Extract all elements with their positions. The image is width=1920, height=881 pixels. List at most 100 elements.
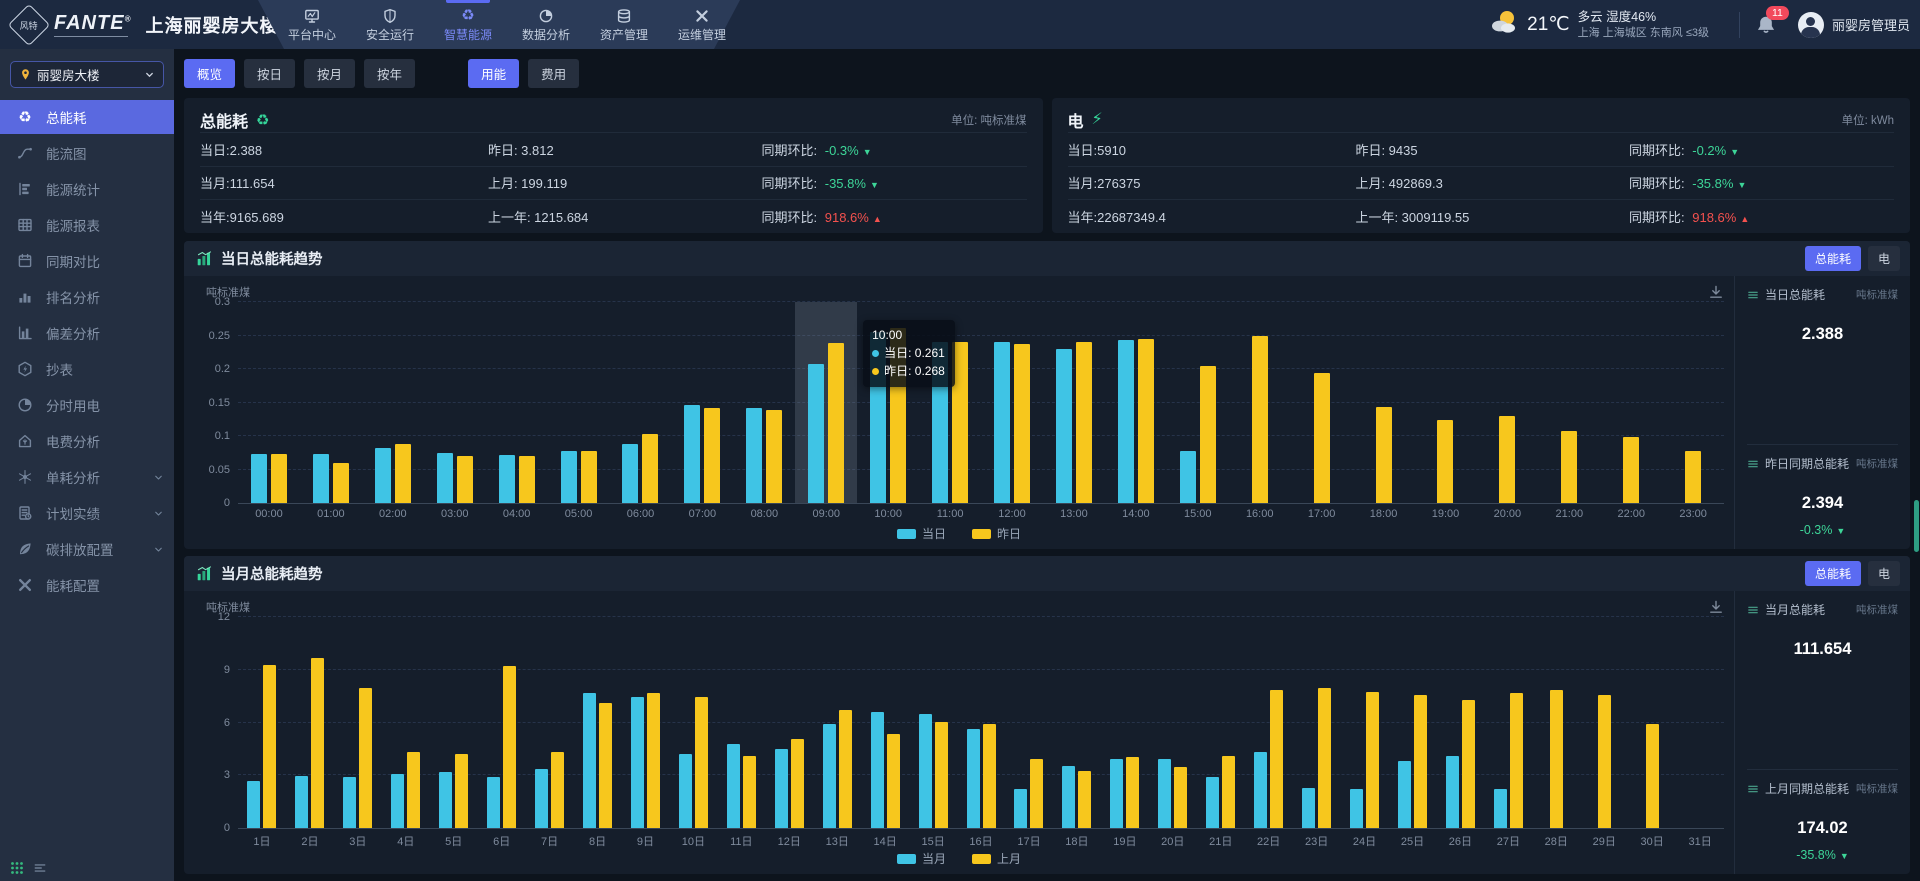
bar-昨日-20:00[interactable] (1499, 416, 1515, 503)
bar-当月-15日[interactable] (919, 714, 932, 828)
bar-昨日-09:00[interactable] (828, 343, 844, 503)
sidebar-item-3[interactable]: 能源报表 (0, 208, 174, 242)
bar-当日-07:00[interactable] (684, 405, 700, 503)
nav-item-2[interactable]: ♻ 智慧能源 (442, 0, 494, 49)
nav-item-1[interactable]: 安全运行 (364, 0, 416, 49)
bar-昨日-21:00[interactable] (1561, 431, 1577, 503)
notifications-button[interactable]: 11 (1756, 15, 1776, 35)
bar-昨日-17:00[interactable] (1314, 373, 1330, 503)
bar-上月-22日[interactable] (1270, 690, 1283, 828)
bar-上月-26日[interactable] (1462, 700, 1475, 828)
bar-上月-23日[interactable] (1318, 688, 1331, 828)
bar-昨日-00:00[interactable] (271, 454, 287, 503)
bar-当月-2日[interactable] (295, 776, 308, 828)
view-tab-3[interactable]: 按年 (364, 59, 415, 88)
panel-btn-电[interactable]: 电 (1868, 246, 1900, 271)
bar-上月-16日[interactable] (983, 724, 996, 828)
bar-昨日-03:00[interactable] (457, 456, 473, 503)
bar-上月-29日[interactable] (1598, 695, 1611, 828)
view-tab-0[interactable]: 概览 (184, 59, 235, 88)
bar-上月-3日[interactable] (359, 688, 372, 828)
bar-昨日-04:00[interactable] (519, 456, 535, 503)
sidebar-item-6[interactable]: 偏差分析 (0, 316, 174, 350)
bar-当月-3日[interactable] (343, 777, 356, 828)
bar-上月-24日[interactable] (1366, 692, 1379, 828)
bar-上月-13日[interactable] (839, 710, 852, 828)
view-tab-1[interactable]: 按日 (244, 59, 295, 88)
bar-当月-10日[interactable] (679, 754, 692, 828)
bar-当月-24日[interactable] (1350, 789, 1363, 828)
bar-当月-16日[interactable] (967, 729, 980, 828)
bar-当月-19日[interactable] (1110, 759, 1123, 828)
sidebar-item-7[interactable]: 抄表 (0, 352, 174, 386)
bar-昨日-23:00[interactable] (1685, 451, 1701, 503)
bar-上月-19日[interactable] (1126, 757, 1139, 828)
list-toggle-icon[interactable] (33, 861, 47, 875)
bar-当日-12:00[interactable] (994, 342, 1010, 503)
download-icon[interactable] (1708, 284, 1724, 300)
avatar[interactable] (1798, 12, 1824, 38)
sidebar-item-11[interactable]: 计划实绩 (0, 496, 174, 530)
bar-当月-11日[interactable] (727, 744, 740, 828)
panel-btn-总能耗[interactable]: 总能耗 (1805, 246, 1861, 271)
bar-上月-28日[interactable] (1550, 690, 1563, 828)
bar-上月-12日[interactable] (791, 739, 804, 828)
bar-上月-20日[interactable] (1174, 767, 1187, 828)
bar-上月-4日[interactable] (407, 752, 420, 828)
bar-当日-00:00[interactable] (251, 454, 267, 503)
bar-当月-9日[interactable] (631, 697, 644, 828)
bar-当月-20日[interactable] (1158, 759, 1171, 828)
bar-当日-09:00[interactable] (808, 364, 824, 503)
bar-昨日-18:00[interactable] (1376, 407, 1392, 503)
panel-btn-总能耗[interactable]: 总能耗 (1805, 561, 1861, 586)
legend-上月[interactable]: 上月 (972, 850, 1021, 867)
bar-上月-14日[interactable] (887, 734, 900, 828)
bar-当日-04:00[interactable] (499, 455, 515, 503)
bar-上月-25日[interactable] (1414, 695, 1427, 828)
panel-btn-电[interactable]: 电 (1868, 561, 1900, 586)
nav-item-5[interactable]: 运维管理 (676, 0, 728, 49)
bar-当日-13:00[interactable] (1056, 349, 1072, 503)
sidebar-item-13[interactable]: 能耗配置 (0, 568, 174, 602)
bar-当日-01:00[interactable] (313, 454, 329, 503)
download-icon[interactable] (1708, 599, 1724, 615)
bar-上月-6日[interactable] (503, 666, 516, 828)
bar-上月-9日[interactable] (647, 693, 660, 828)
sidebar-item-10[interactable]: 单耗分析 (0, 460, 174, 494)
bar-当月-4日[interactable] (391, 774, 404, 828)
bar-当日-15:00[interactable] (1180, 451, 1196, 503)
site-selector[interactable]: 丽婴房大楼 (10, 61, 164, 88)
bar-上月-27日[interactable] (1510, 693, 1523, 828)
bar-上月-2日[interactable] (311, 658, 324, 828)
bar-当月-5日[interactable] (439, 772, 452, 828)
bar-当日-08:00[interactable] (746, 408, 762, 503)
bar-当日-03:00[interactable] (437, 453, 453, 503)
bar-昨日-22:00[interactable] (1623, 437, 1639, 503)
mode-tab-1[interactable]: 费用 (528, 59, 579, 88)
bar-当月-17日[interactable] (1014, 789, 1027, 828)
sidebar-item-12[interactable]: 碳排放配置 (0, 532, 174, 566)
page-scrollbar-thumb[interactable] (1914, 500, 1919, 552)
sidebar-item-0[interactable]: ♻ 总能耗 (0, 100, 174, 134)
bar-当月-26日[interactable] (1446, 756, 1459, 828)
bar-上月-18日[interactable] (1078, 771, 1091, 828)
bar-当月-8日[interactable] (583, 693, 596, 828)
bar-上月-21日[interactable] (1222, 756, 1235, 828)
bar-当月-23日[interactable] (1302, 788, 1315, 828)
bar-当月-12日[interactable] (775, 749, 788, 828)
legend-昨日[interactable]: 昨日 (972, 525, 1021, 542)
bar-昨日-07:00[interactable] (704, 408, 720, 503)
legend-当月[interactable]: 当月 (897, 850, 946, 867)
bar-上月-10日[interactable] (695, 697, 708, 828)
sidebar-item-5[interactable]: 排名分析 (0, 280, 174, 314)
bar-昨日-19:00[interactable] (1437, 420, 1453, 503)
bar-昨日-02:00[interactable] (395, 444, 411, 503)
bar-当月-1日[interactable] (247, 781, 260, 828)
grid-dots-icon[interactable] (10, 861, 24, 875)
mode-tab-0[interactable]: 用能 (468, 59, 519, 88)
sidebar-item-9[interactable]: 电费分析 (0, 424, 174, 458)
bar-当日-06:00[interactable] (622, 444, 638, 503)
nav-item-4[interactable]: 资产管理 (598, 0, 650, 49)
bar-昨日-14:00[interactable] (1138, 339, 1154, 503)
bar-当月-25日[interactable] (1398, 761, 1411, 828)
